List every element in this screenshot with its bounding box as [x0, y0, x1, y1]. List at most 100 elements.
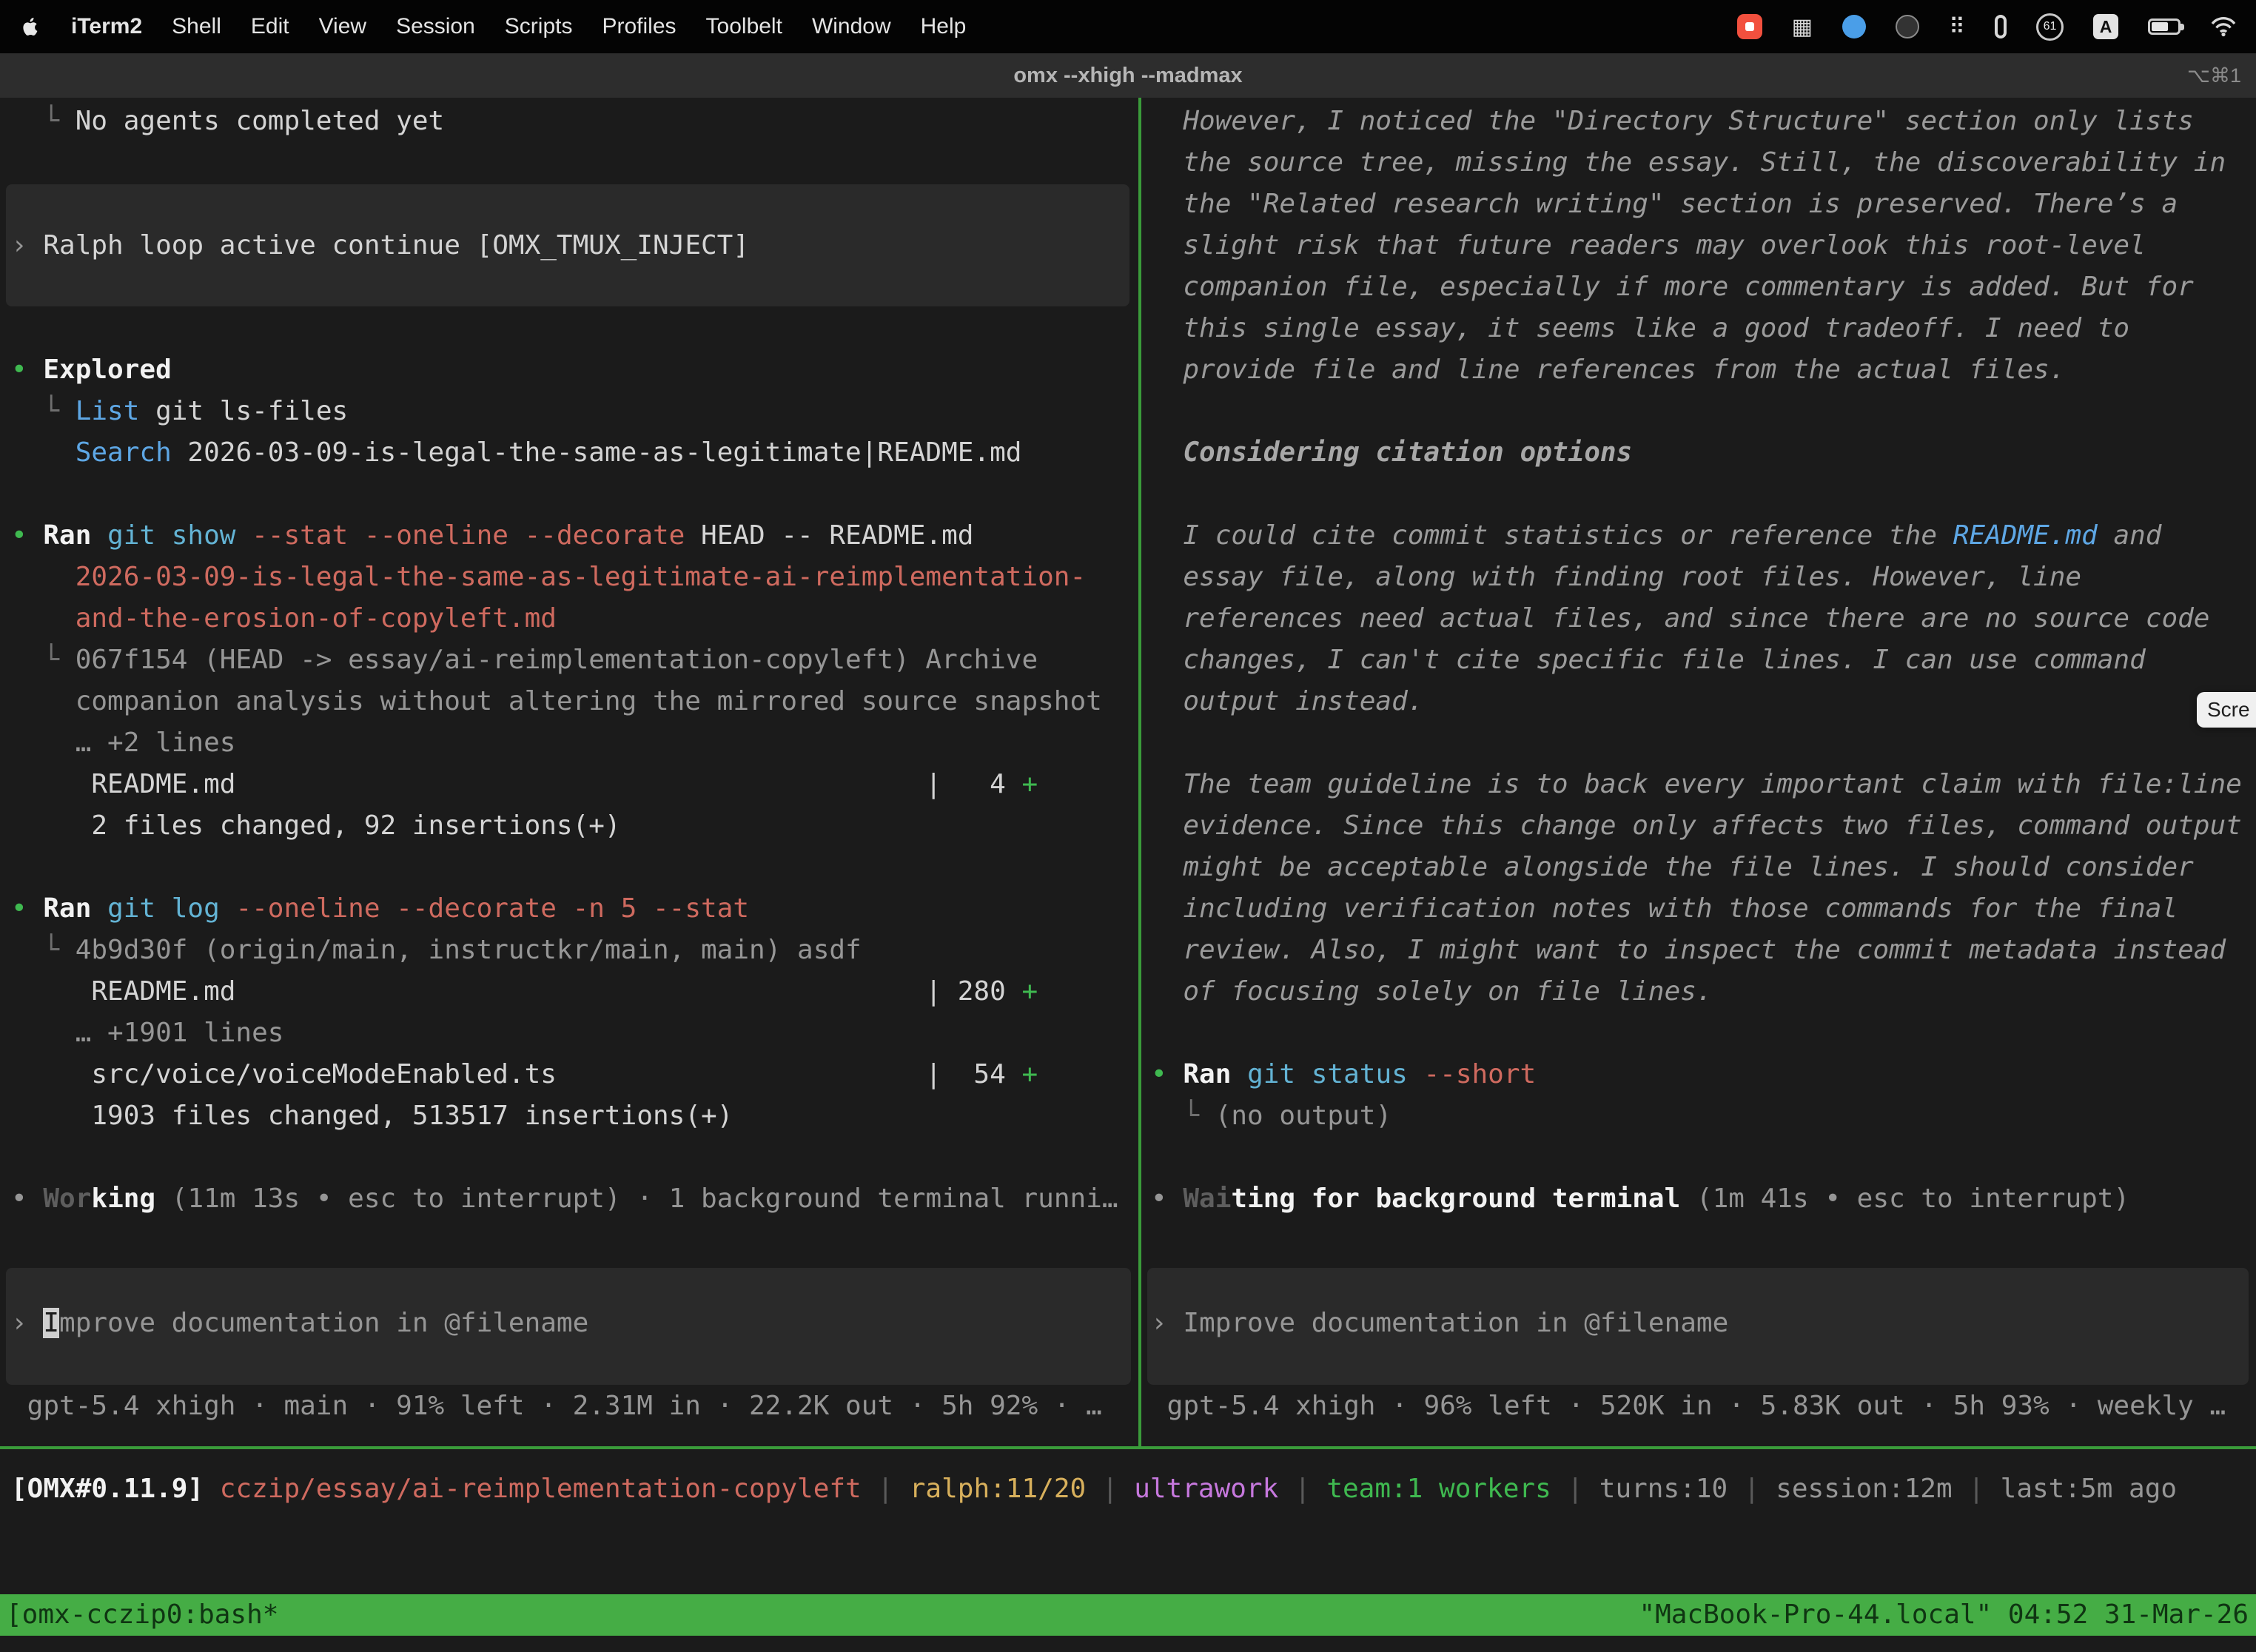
terminal-line: • Ran git status --short — [1151, 1054, 2242, 1095]
text-segment: | — [1086, 1474, 1134, 1504]
menu-item-iterm2[interactable]: iTerm2 — [71, 14, 142, 39]
text-segment: Ran — [1183, 1059, 1231, 1089]
terminal-line — [11, 266, 1118, 308]
terminal-content: └ No agents completed yet› Ralph loop ac… — [0, 98, 2256, 1652]
text-segment: 2 files changed, 92 insertions(+) — [11, 810, 621, 841]
terminal-line: 2026-03-09-is-legal-the-same-as-legitima… — [11, 557, 1118, 598]
text-segment: 2026-03-09-is-legal-the-same-as-legitima… — [11, 562, 1086, 592]
wifi-icon[interactable] — [2210, 16, 2237, 37]
text-segment: last:5m ago — [2001, 1474, 2177, 1504]
tmux-host-clock-label: "MacBook-Pro-44.local" 04:52 31-Mar-26 — [1639, 1594, 2249, 1636]
blue-app-icon[interactable] — [1842, 15, 1866, 38]
text-segment: and — [2098, 520, 2162, 551]
terminal-line: … +1901 lines — [11, 1013, 1118, 1054]
dark-app-icon[interactable] — [1896, 15, 1919, 38]
dots-grid-icon[interactable]: ⠿ — [1949, 14, 1965, 40]
text-segment: cczip/essay/ai-reimplementation-copyleft — [220, 1474, 862, 1504]
text-segment: List — [75, 396, 140, 426]
right-pane-output[interactable]: However, I noticed the "Directory Struct… — [1151, 101, 2242, 1427]
text-segment: might be acceptable alongside the file l… — [1151, 852, 2194, 882]
pane-divider[interactable] — [1138, 98, 1141, 1449]
text-segment: … +1901 lines — [11, 1018, 283, 1048]
pill-app-icon[interactable] — [1995, 15, 2007, 38]
text-segment: | — [1278, 1474, 1326, 1504]
text-segment: README.md — [1953, 520, 2098, 551]
text-segment — [11, 437, 75, 468]
terminal-line: the source tree, missing the essay. Stil… — [1151, 142, 2242, 184]
window-grid-icon[interactable]: ▦ — [1792, 14, 1813, 40]
menubar-menus: iTerm2 Shell Edit View Session Scripts P… — [19, 14, 966, 39]
battery-percentage-indicator[interactable]: 61 — [2036, 13, 2064, 41]
text-segment: Explored — [43, 355, 171, 385]
battery-nub — [2181, 24, 2184, 30]
terminal-line: companion file, especially if more comme… — [1151, 266, 2242, 308]
text-segment: └ — [11, 935, 75, 965]
screen-recording-indicator-icon[interactable] — [1737, 14, 1762, 39]
text-segment: Ran — [43, 893, 91, 924]
terminal-line: • Explored — [11, 349, 1118, 391]
menu-item-toolbelt[interactable]: Toolbelt — [706, 14, 782, 39]
screen-notification[interactable]: Scre — [2197, 692, 2256, 728]
input-source-icon[interactable]: A — [2093, 14, 2118, 39]
menu-item-edit[interactable]: Edit — [251, 14, 289, 39]
terminal-line — [11, 1137, 1118, 1178]
terminal-line: └ 067f154 (HEAD -> essay/ai-reimplementa… — [11, 639, 1118, 681]
terminal-line: └ List git ls-files — [11, 391, 1118, 432]
text-segment: 067f154 (HEAD -> essay/ai-reimplementati… — [75, 645, 1038, 675]
left-pane-output[interactable]: └ No agents completed yet› Ralph loop ac… — [11, 101, 1118, 1427]
menu-item-view[interactable]: View — [319, 14, 366, 39]
menu-item-window[interactable]: Window — [812, 14, 891, 39]
apple-menu-icon[interactable] — [19, 16, 41, 38]
terminal-line: └ 4b9d30f (origin/main, instructkr/main,… — [11, 930, 1118, 971]
menu-item-profiles[interactable]: Profiles — [602, 14, 676, 39]
text-segment: the source tree, missing the essay. Stil… — [1151, 147, 2226, 178]
stop-square-icon — [1745, 22, 1754, 31]
menu-item-shell[interactable]: Shell — [172, 14, 221, 39]
terminal-line: 1903 files changed, 513517 insertions(+) — [11, 1095, 1118, 1137]
text-segment: | — [1728, 1474, 1776, 1504]
text-segment: gpt-5.4 xhigh · main · 91% left · 2.31M … — [11, 1391, 1102, 1421]
terminal-line: changes, I can't cite specific file line… — [1151, 639, 2242, 681]
menu-item-scripts[interactable]: Scripts — [505, 14, 573, 39]
text-segment: ting for background terminal — [1231, 1183, 1680, 1214]
text-segment: [OMX#0.11.9] — [11, 1474, 220, 1504]
terminal-line: gpt-5.4 xhigh · 96% left · 520K in · 5.8… — [1151, 1386, 2242, 1427]
terminal-line: The team guideline is to back every impo… — [1151, 764, 2242, 805]
menu-item-help[interactable]: Help — [921, 14, 967, 39]
text-segment: session:12m — [1776, 1474, 1952, 1504]
terminal-line — [1151, 1261, 2242, 1303]
battery-icon[interactable] — [2148, 19, 2181, 35]
window-title-bar: omx --xhigh --madmax ⌥⌘1 — [0, 53, 2256, 98]
terminal-line: • Ran git show --stat --oneline --decora… — [11, 515, 1118, 557]
text-segment: › Improve documentation in @filename — [1151, 1308, 1728, 1338]
terminal-line — [11, 308, 1118, 349]
text-segment: --stat --oneline --decorate — [235, 520, 685, 551]
text-segment: provide file and line references from th… — [1151, 355, 2065, 385]
terminal-line — [1151, 722, 2242, 764]
terminal-line: gpt-5.4 xhigh · main · 91% left · 2.31M … — [11, 1386, 1118, 1427]
terminal-line: companion analysis without altering the … — [11, 681, 1118, 722]
terminal-line — [1151, 1344, 2242, 1386]
text-segment: gpt-5.4 xhigh · 96% left · 520K in · 5.8… — [1151, 1391, 2226, 1421]
terminal-line: of focusing solely on file lines. — [1151, 971, 2242, 1013]
battery-fill — [2152, 22, 2168, 31]
terminal-line: • Waiting for background terminal (1m 41… — [1151, 1178, 2242, 1220]
text-segment: (11m 13s • esc to interrupt) · 1 backgro… — [155, 1183, 1118, 1214]
terminal-line: provide file and line references from th… — [1151, 349, 2242, 391]
terminal-line: the "Related research writing" section i… — [1151, 184, 2242, 225]
terminal-line: might be acceptable alongside the file l… — [1151, 847, 2242, 888]
menu-item-session[interactable]: Session — [396, 14, 475, 39]
text-segment: + — [1021, 976, 1038, 1007]
menubar-status-icons: ▦ ⠿ 61 A — [1737, 13, 2237, 41]
terminal-line: Search 2026-03-09-is-legal-the-same-as-l… — [11, 432, 1118, 474]
text-segment: ultrawork — [1134, 1474, 1278, 1504]
terminal-line: However, I noticed the "Directory Struct… — [1151, 101, 2242, 142]
text-segment: slight risk that future readers may over… — [1151, 230, 2146, 261]
apple-logo — [19, 16, 41, 38]
terminal-line: README.md | 4 + — [11, 764, 1118, 805]
terminal-line: slight risk that future readers may over… — [1151, 225, 2242, 266]
text-segment: git log — [91, 893, 219, 924]
text-segment: Search — [75, 437, 172, 468]
text-segment: └ — [11, 645, 75, 675]
terminal-line: src/voice/voiceModeEnabled.ts | 54 + — [11, 1054, 1118, 1095]
